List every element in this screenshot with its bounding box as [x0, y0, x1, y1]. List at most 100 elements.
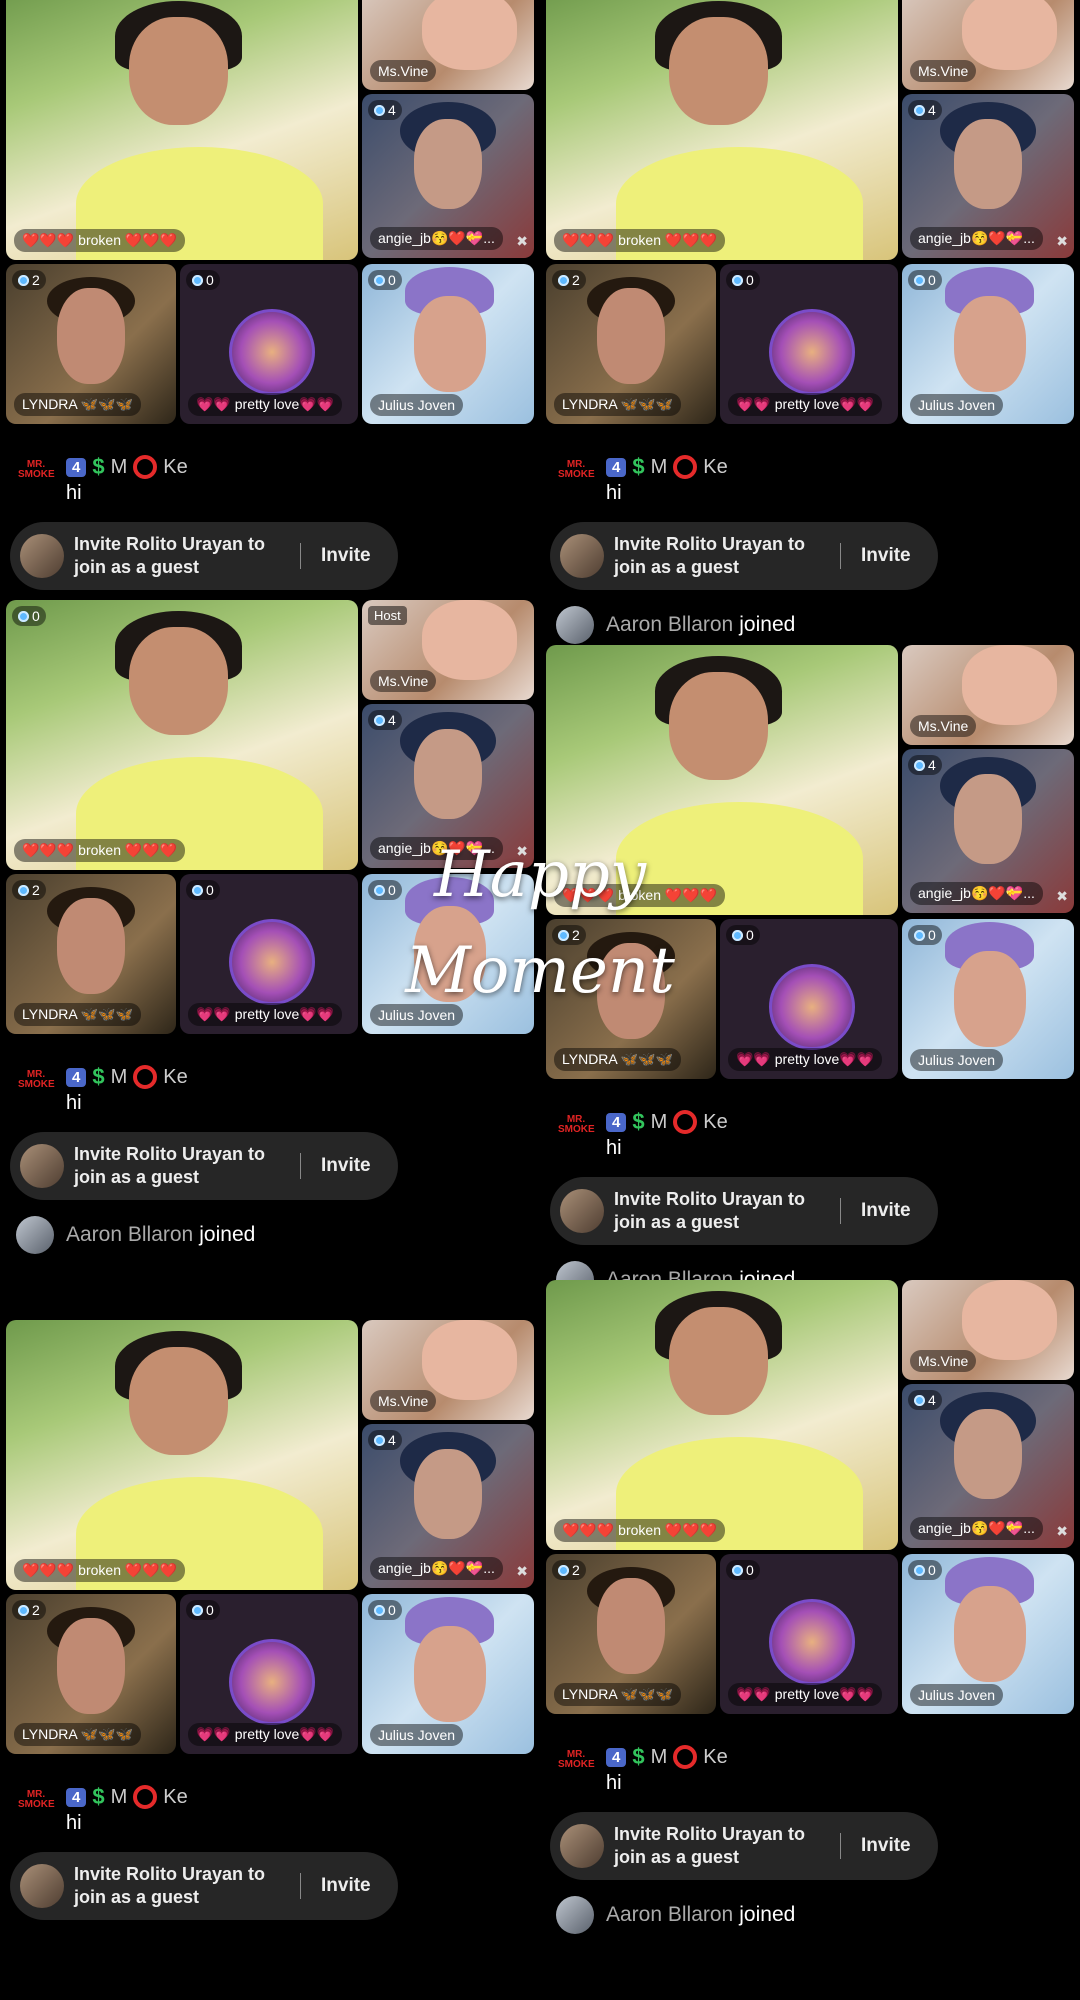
face-shape — [413, 296, 486, 392]
host-tile[interactable]: Ms.Vine — [902, 1280, 1074, 1380]
mute-icon: ✖ — [516, 1563, 528, 1579]
comment-body: 4 $ M Ke hi — [606, 1109, 728, 1160]
guest-count: 0 — [32, 608, 40, 624]
commenter-avatar: MR. SMOKE — [18, 459, 55, 480]
host-tile[interactable]: Ms.Vine — [902, 0, 1074, 90]
invitee-avatar — [20, 1144, 64, 1188]
divider — [300, 543, 301, 569]
guest-tile-pretty-love[interactable]: 0 💗💗 pretty love💗💗 — [180, 264, 358, 424]
invite-button[interactable]: Invite — [321, 545, 371, 567]
commenter-avatar: MR. SMOKE — [558, 459, 595, 480]
guest-tile-angie[interactable]: 4 angie_jb😚❤️💝... ✖ — [362, 1424, 534, 1588]
avatar — [556, 606, 594, 644]
guest-tile-julius[interactable]: 0 Julius Joven — [902, 264, 1074, 424]
guest-tile-pretty-love[interactable]: 0 💗💗 pretty love💗💗 — [180, 1594, 358, 1754]
guest-tile-lyndra[interactable]: 2 LYNDRA 🦋🦋🦋 — [6, 264, 176, 424]
guest-tile-angie[interactable]: 4 angie_jb😚❤️💝... ✖ — [902, 94, 1074, 258]
guest-tile-julius[interactable]: 0 Julius Joven — [902, 1554, 1074, 1714]
joined-user-name: Aaron Bllaron — [66, 1223, 194, 1246]
main-guest-badge: 0 — [12, 606, 46, 626]
divider — [840, 1833, 841, 1859]
guest-count: 2 — [32, 1602, 40, 1618]
guest-tile-lyndra[interactable]: 2 LYNDRA 🦋🦋🦋 — [546, 1554, 716, 1714]
host-label: Ms.Vine — [910, 1350, 977, 1372]
host-tile[interactable]: Ms.Vine Host — [362, 600, 534, 700]
main-guest-tile[interactable]: ❤️❤️❤️ broken ❤️❤️❤️ — [6, 0, 358, 260]
guest-tile-pretty-love[interactable]: 0 💗💗 pretty love💗💗 — [720, 264, 898, 424]
comment-text: hi — [66, 1812, 82, 1834]
commenter-line: 4 $ M Ke — [66, 1784, 188, 1810]
level-badge: 4 — [606, 457, 627, 477]
main-guest-tile[interactable]: ❤️❤️❤️ broken ❤️❤️❤️ 0 — [6, 600, 358, 870]
main-guest-tile[interactable]: ❤️❤️❤️ broken ❤️❤️❤️ — [546, 0, 898, 260]
viewer-dot-icon — [18, 274, 29, 286]
chat-comment: MR. SMOKE 4 $ M Ke hi — [18, 1064, 188, 1115]
main-guest-tile[interactable]: ❤️❤️❤️ broken ❤️❤️❤️ — [6, 1320, 358, 1590]
joined-notice: Aaron Bllaronjoined — [16, 1216, 255, 1254]
guest-label-julius: Julius Joven — [910, 394, 1004, 416]
main-guest-tile[interactable]: ❤️❤️❤️ broken ❤️❤️❤️ — [546, 1280, 898, 1550]
commenter-avatar: MR. SMOKE — [558, 1114, 595, 1135]
commenter-avatar: MR. SMOKE — [558, 1749, 595, 1770]
guest-tile-julius[interactable]: 0 Julius Joven — [362, 1594, 534, 1754]
face-shape — [597, 288, 665, 384]
chat-comment: MR. SMOKE 4 $ M Ke hi — [18, 454, 188, 505]
invite-button[interactable]: Invite — [321, 1155, 371, 1177]
viewer-dot-icon — [914, 1394, 925, 1406]
face-shape — [953, 1586, 1026, 1682]
viewer-dot-icon — [18, 610, 29, 622]
viewer-dot-icon — [914, 274, 925, 286]
joined-action: joined — [199, 1223, 256, 1246]
face-shape — [57, 288, 125, 384]
guest-tile-julius[interactable]: 0 Julius Joven — [362, 264, 534, 424]
comment-body: 4 $ M Ke hi — [66, 1784, 188, 1835]
overlay-line1: Happy — [433, 838, 647, 912]
comment-text: hi — [606, 1772, 622, 1794]
invite-text: Invite Rolito Urayan to join as a guest — [74, 1864, 266, 1907]
main-guest-label: ❤️❤️❤️ broken ❤️❤️❤️ — [14, 229, 186, 252]
face-shape — [129, 627, 228, 735]
guest-tile-angie[interactable]: 4 angie_jb😚❤️💝... ✖ — [362, 94, 534, 258]
chat-comment: MR. SMOKE 4 $ M Ke hi — [558, 454, 728, 505]
invite-button[interactable]: Invite — [861, 1200, 911, 1222]
commenter-name-suffix: Ke — [163, 455, 188, 478]
stream-panel: ❤️❤️❤️ broken ❤️❤️❤️ Ms.Vine 4 angie_jb😚❤️💝… — [540, 1280, 1080, 1960]
comment-body: 4 $ M Ke hi — [606, 454, 728, 505]
guest-label-lyndra: LYNDRA 🦋🦋🦋 — [14, 1723, 142, 1746]
commenter-name-prefix: M — [110, 1065, 128, 1088]
divider — [840, 543, 841, 569]
guest-count: 0 — [388, 272, 396, 288]
guest-tile-angie[interactable]: 4 angie_jb😚❤️💝... ✖ — [902, 1384, 1074, 1548]
stream-panel: ❤️❤️❤️ broken ❤️❤️❤️ Ms.Vine 4 angie_jb😚❤️💝… — [0, 1320, 540, 2000]
comment-body: 4 $ M Ke hi — [66, 1064, 188, 1115]
guest-count: 4 — [388, 102, 396, 118]
face-shape — [962, 0, 1057, 70]
host-tile[interactable]: Ms.Vine — [362, 0, 534, 90]
guest-tile-lyndra[interactable]: 2 LYNDRA 🦋🦋🦋 — [6, 1594, 176, 1754]
face-shape — [57, 1618, 125, 1714]
invite-button[interactable]: Invite — [321, 1875, 371, 1897]
guest-tile-pretty-love[interactable]: 0 💗💗 pretty love💗💗 — [720, 1554, 898, 1714]
host-tile[interactable]: Ms.Vine — [362, 1320, 534, 1420]
guest-count: 0 — [206, 272, 214, 288]
invite-guest-bar: Invite Rolito Urayan to join as a guest I… — [550, 522, 938, 590]
invite-button[interactable]: Invite — [861, 545, 911, 567]
commenter-name-suffix: Ke — [703, 1745, 728, 1768]
invite-guest-bar: Invite Rolito Urayan to join as a guest I… — [10, 1132, 398, 1200]
chat-comment: MR. SMOKE 4 $ M Ke hi — [18, 1784, 188, 1835]
commenter-line: 4 $ M Ke — [606, 454, 728, 480]
guest-label-pretty-love: 💗💗 pretty love💗💗 — [728, 1048, 883, 1071]
host-tile[interactable]: Ms.Vine — [902, 645, 1074, 745]
guest-badge: 2 — [552, 270, 586, 290]
red-ring-icon — [133, 455, 158, 479]
viewer-dot-icon — [18, 1604, 29, 1616]
guest-label-pretty-love: 💗💗 pretty love💗💗 — [188, 393, 343, 416]
guest-count: 4 — [388, 712, 396, 728]
guest-label-pretty-love: 💗💗 pretty love💗💗 — [728, 393, 883, 416]
comment-text: hi — [66, 482, 82, 504]
guest-badge: 0 — [908, 270, 942, 290]
guest-badge: 0 — [186, 1600, 220, 1620]
invite-button[interactable]: Invite — [861, 1835, 911, 1857]
dollar-icon: $ — [92, 1784, 105, 1809]
guest-tile-lyndra[interactable]: 2 LYNDRA 🦋🦋🦋 — [546, 264, 716, 424]
